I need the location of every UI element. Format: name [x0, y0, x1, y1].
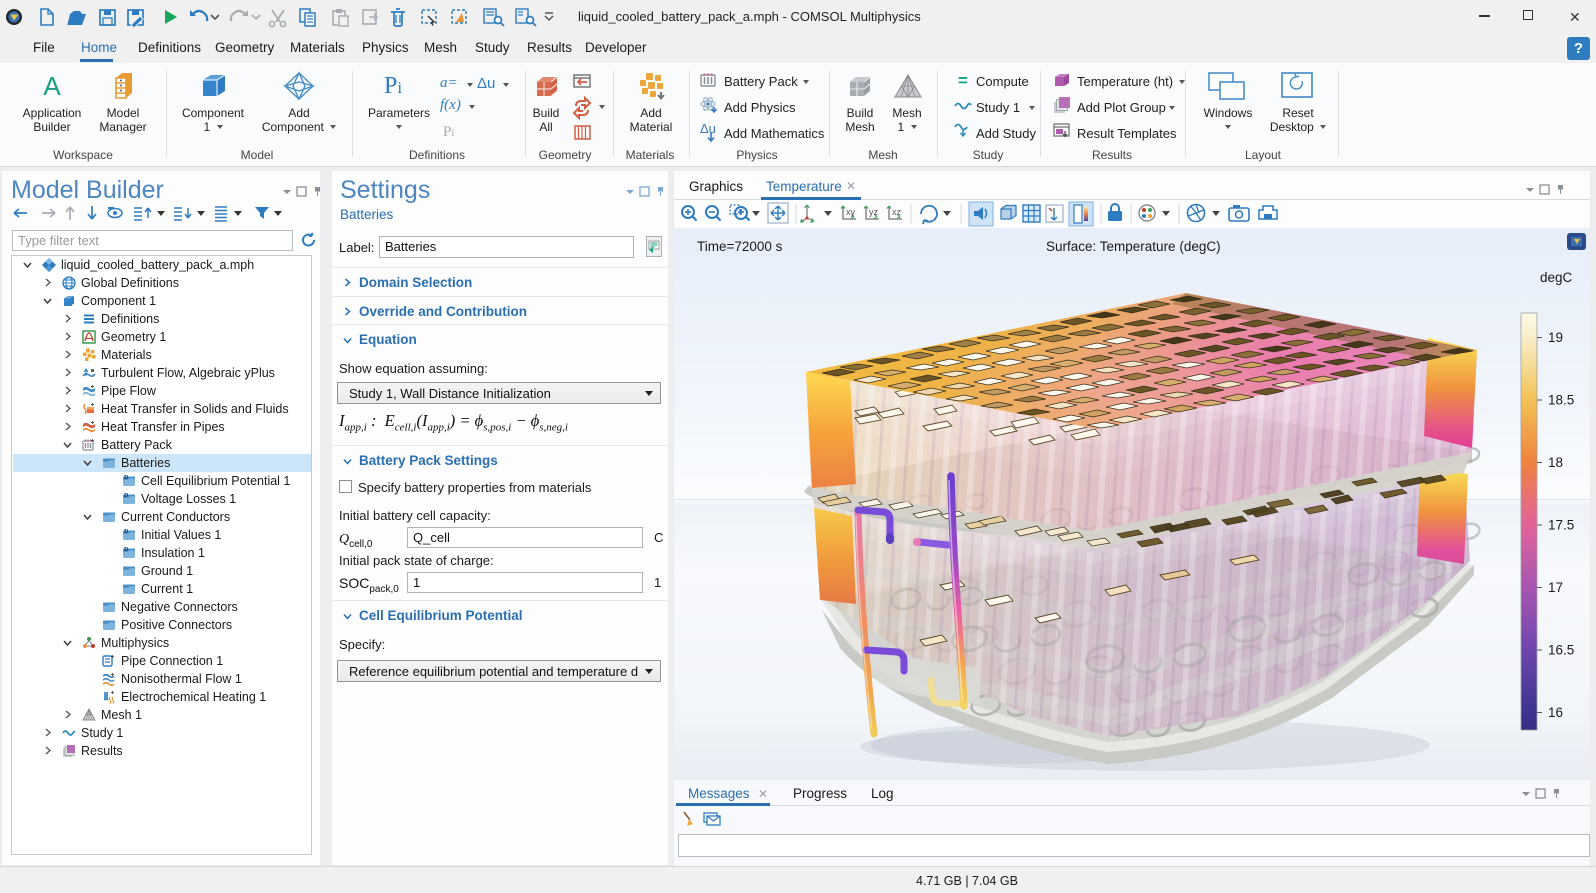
- svg-text:xy: xy: [846, 207, 856, 217]
- svg-text:D: D: [124, 547, 129, 553]
- svg-text:17.5: 17.5: [1548, 518, 1574, 533]
- svg-text:Surface: Temperature (degC): Surface: Temperature (degC): [1046, 239, 1221, 254]
- svg-text:degC: degC: [1540, 270, 1573, 285]
- svg-text:D: D: [124, 475, 129, 481]
- svg-text:yz: yz: [869, 207, 879, 217]
- svg-text:18: 18: [1548, 455, 1563, 470]
- svg-text:16.5: 16.5: [1548, 643, 1574, 658]
- svg-text:17: 17: [1548, 580, 1563, 595]
- svg-text:19: 19: [1548, 330, 1563, 345]
- svg-text:A: A: [43, 73, 61, 99]
- svg-text:Time=72000 s: Time=72000 s: [697, 239, 783, 254]
- svg-text:16: 16: [1548, 705, 1563, 720]
- svg-text:18.5: 18.5: [1548, 393, 1574, 408]
- svg-text:xz: xz: [892, 207, 902, 217]
- svg-text:D: D: [124, 493, 129, 499]
- svg-text:D: D: [124, 529, 129, 535]
